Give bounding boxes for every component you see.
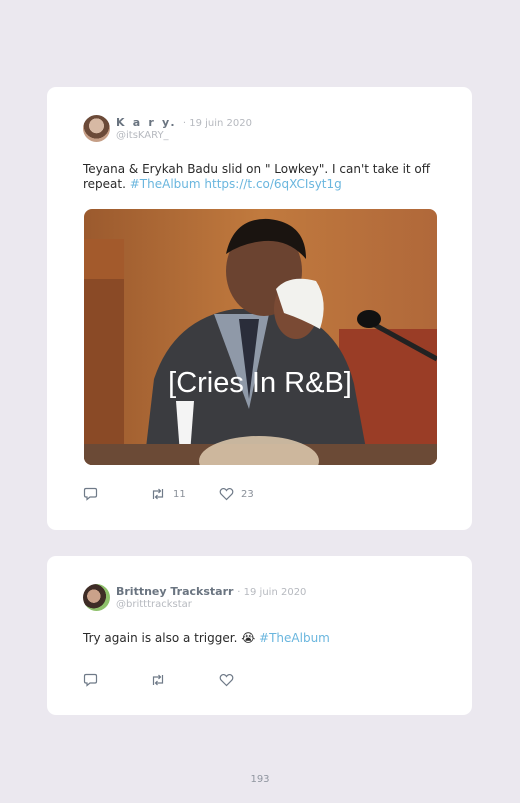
tweet-card: K a r y. · 19 juin 2020 @itsKARY_ Teyana… [47,87,472,530]
tweet-actions [47,672,472,688]
hashtag-link[interactable]: #TheAlbum [130,177,201,191]
tweet-date[interactable]: · 19 juin 2020 [183,118,252,129]
retweet-button[interactable]: 11 [150,486,186,502]
author-name-text[interactable]: Brittney Trackstarr [116,585,233,598]
hashtag-link[interactable]: #TheAlbum [259,631,330,645]
tweet-actions: 11 23 [47,486,472,502]
reply-icon[interactable] [83,487,98,501]
url-link[interactable]: https://t.co/6qXCIsyt1g [204,177,341,191]
like-icon[interactable] [219,673,234,687]
like-button[interactable] [219,672,234,688]
like-icon[interactable] [219,487,234,501]
tweet-card: Brittney Trackstarr · 19 juin 2020 @brit… [47,556,472,715]
media-caption: [Cries In R&B] [168,367,352,399]
retweet-icon[interactable] [150,673,166,687]
reply-icon[interactable] [83,673,98,687]
meme-image: [Cries In R&B] [84,209,437,465]
author-name-text[interactable]: K a r y. [116,116,177,129]
retweet-icon[interactable] [150,487,166,501]
like-count: 23 [241,488,254,500]
tweet-body: Try again is also a trigger. 😭 [83,631,260,645]
like-button[interactable]: 23 [219,486,254,502]
page-number: 193 [250,774,270,785]
author-name[interactable]: K a r y. · 19 juin 2020 [116,116,252,129]
retweet-count: 11 [173,488,186,500]
tweet-text: Teyana & Erykah Badu slid on " Lowkey". … [83,162,443,192]
tweet-media[interactable]: [Cries In R&B] [84,209,437,465]
author-handle[interactable]: @britttrackstar [116,599,192,610]
avatar[interactable] [83,115,110,142]
avatar[interactable] [83,584,110,611]
author-handle[interactable]: @itsKARY_ [116,130,169,141]
author-name[interactable]: Brittney Trackstarr · 19 juin 2020 [116,585,306,598]
tweet-text: Try again is also a trigger. 😭 #TheAlbum [83,631,443,646]
reply-button[interactable] [83,672,98,688]
retweet-button[interactable] [150,672,166,688]
tweet-date[interactable]: · 19 juin 2020 [237,587,306,598]
reply-button[interactable] [83,486,98,502]
